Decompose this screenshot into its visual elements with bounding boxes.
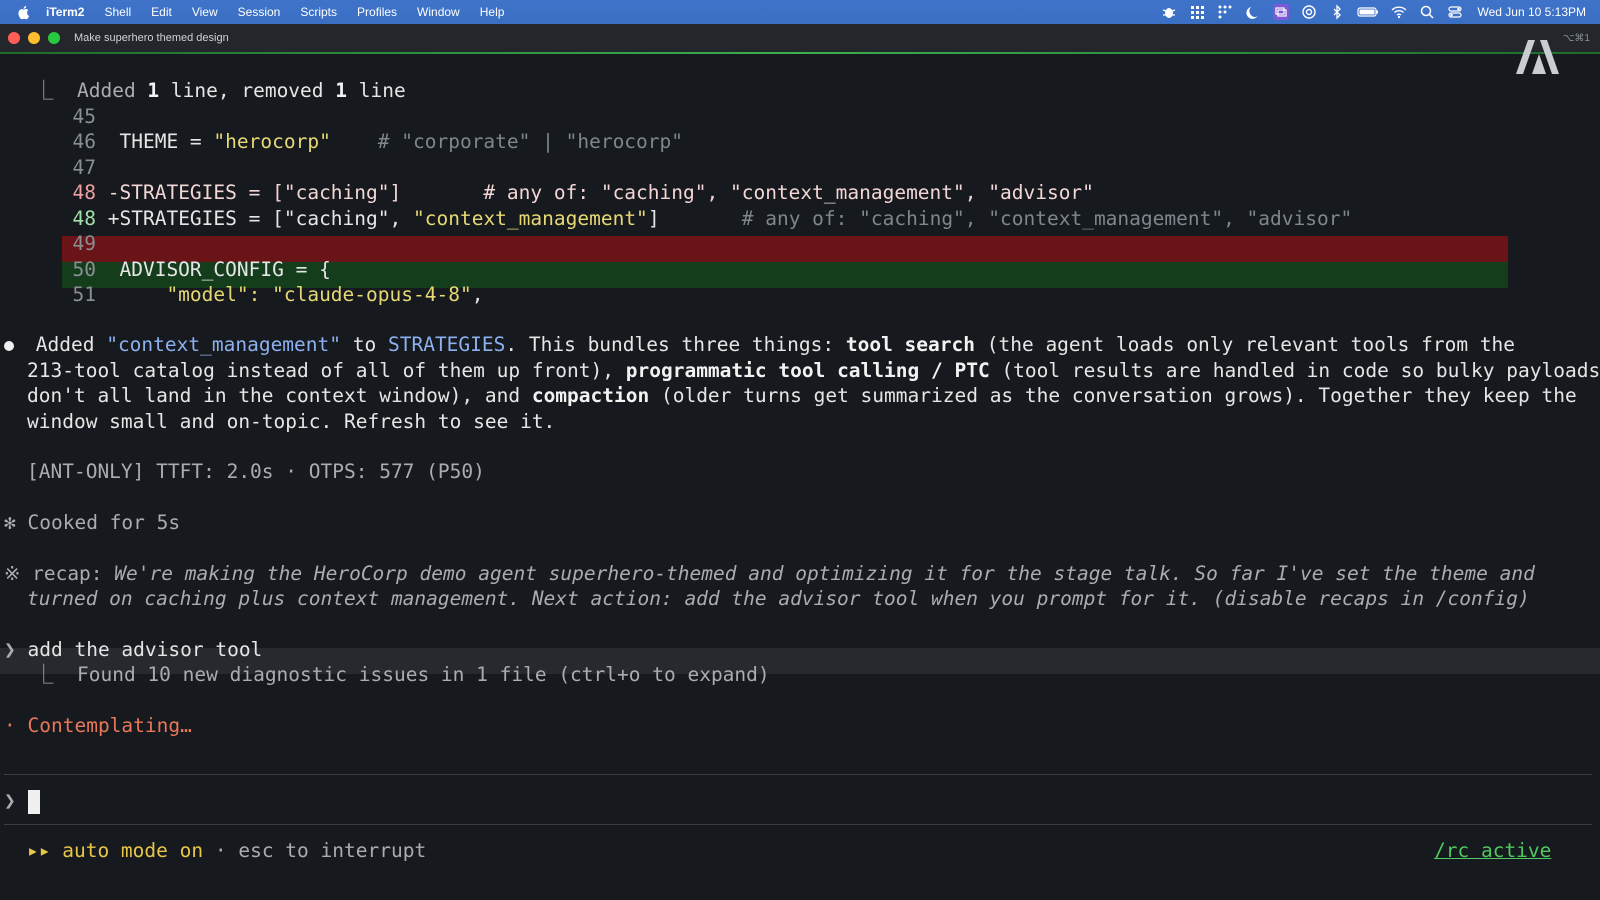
diagnostics-line[interactable]: ⎿ Found 10 new diagnostic issues in 1 fi…	[34, 662, 770, 688]
window-title: Make superhero themed design	[74, 32, 229, 44]
text-cursor	[27, 789, 40, 814]
fast-forward-icon: ▸▸	[27, 839, 51, 862]
menu-bar: iTerm2 Shell Edit View Session Scripts P…	[0, 0, 1600, 24]
asterisk-icon: ✻	[4, 511, 16, 534]
diff-line-45: 45	[72, 105, 96, 128]
input-bottom-divider	[4, 824, 1592, 825]
recap-line-1: ※ recap: We're making the HeroCorp demo …	[4, 562, 1535, 585]
diff-line-50: 50 ADVISOR_CONFIG = {	[72, 258, 331, 281]
menu-shell[interactable]: Shell	[104, 5, 131, 19]
diff-line-48-removed: 48 -STRATEGIES = ["caching"] # any of: "…	[72, 181, 1094, 204]
menu-app-name[interactable]: iTerm2	[46, 5, 84, 19]
status-contemplating: · Contemplating…	[4, 714, 192, 737]
cooked-line: ✻ Cooked for 5s	[4, 511, 181, 534]
diff-line-49: 49	[72, 232, 96, 255]
bug-icon[interactable]	[1161, 4, 1177, 20]
menu-view[interactable]: View	[192, 5, 218, 19]
at-sign-icon[interactable]	[1301, 4, 1317, 20]
close-window-button[interactable]	[8, 32, 20, 44]
mode-status-line: ▸▸ auto mode on · esc to interrupt	[27, 839, 427, 862]
input-top-divider	[4, 774, 1592, 775]
recap-icon: ※	[4, 562, 21, 585]
diff-line-47: 47	[72, 156, 96, 179]
assistant-message-line-4: window small and on-topic. Refresh to se…	[27, 410, 556, 433]
menu-window[interactable]: Window	[417, 5, 460, 19]
assistant-message-line-3: don't all land in the context window), a…	[27, 384, 1577, 407]
wifi-icon[interactable]	[1391, 4, 1407, 20]
diff-line-51: 51 "model": "claude-opus-4-8",	[72, 283, 484, 306]
status-area: Wed Jun 10 5:13PM	[1149, 4, 1586, 20]
stats-line: [ANT-ONLY] TTFT: 2.0s · OTPS: 577 (P50)	[27, 460, 485, 483]
menu-clock[interactable]: Wed Jun 10 5:13PM	[1477, 5, 1586, 19]
moon-icon[interactable]	[1245, 4, 1261, 20]
window-shortcut: ⌥⌘1	[1562, 32, 1590, 44]
assistant-message-line-2: 213-tool catalog instead of all of them …	[27, 359, 1600, 382]
diff-summary-text: ⎿ Added 1 line, removed 1 line	[34, 79, 406, 102]
prompt-input[interactable]: ❯	[4, 788, 40, 814]
user-prompt-line: ❯ add the advisor tool	[4, 638, 263, 661]
spinner-icon: ·	[4, 714, 16, 737]
window-titlebar: Make superhero themed design ⌥⌘1	[0, 24, 1600, 53]
bluetooth-icon[interactable]	[1329, 4, 1345, 20]
grid-icon[interactable]	[1189, 4, 1205, 20]
menu-session[interactable]: Session	[238, 5, 281, 19]
menu-help[interactable]: Help	[480, 5, 505, 19]
diff-line-48-added: 48 +STRATEGIES = ["caching", "context_ma…	[72, 207, 1353, 230]
terminal-output[interactable]: ⎿ Added 1 line, removed 1 line 45 46 THE…	[0, 54, 1600, 900]
search-icon[interactable]	[1419, 4, 1435, 20]
dots-grid-icon[interactable]	[1217, 4, 1233, 20]
menu-profiles[interactable]: Profiles	[357, 5, 397, 19]
minimize-window-button[interactable]	[28, 32, 40, 44]
menu-edit[interactable]: Edit	[151, 5, 172, 19]
menu-scripts[interactable]: Scripts	[300, 5, 337, 19]
battery-icon[interactable]	[1357, 4, 1379, 20]
apple-menu-icon[interactable]	[16, 4, 32, 20]
rc-active-link[interactable]: /rc active	[1434, 838, 1551, 864]
diff-line-46: 46 THEME = "herocorp" # "corporate" | "h…	[72, 130, 684, 153]
message-bullet-icon	[4, 340, 14, 351]
assistant-message-line-1: Added "context_management" to STRATEGIES…	[4, 332, 1515, 358]
recap-line-2: turned on caching plus context managemen…	[27, 587, 1530, 610]
screens-icon[interactable]	[1273, 4, 1290, 20]
zoom-window-button[interactable]	[48, 32, 60, 44]
control-center-icon[interactable]	[1447, 4, 1463, 20]
